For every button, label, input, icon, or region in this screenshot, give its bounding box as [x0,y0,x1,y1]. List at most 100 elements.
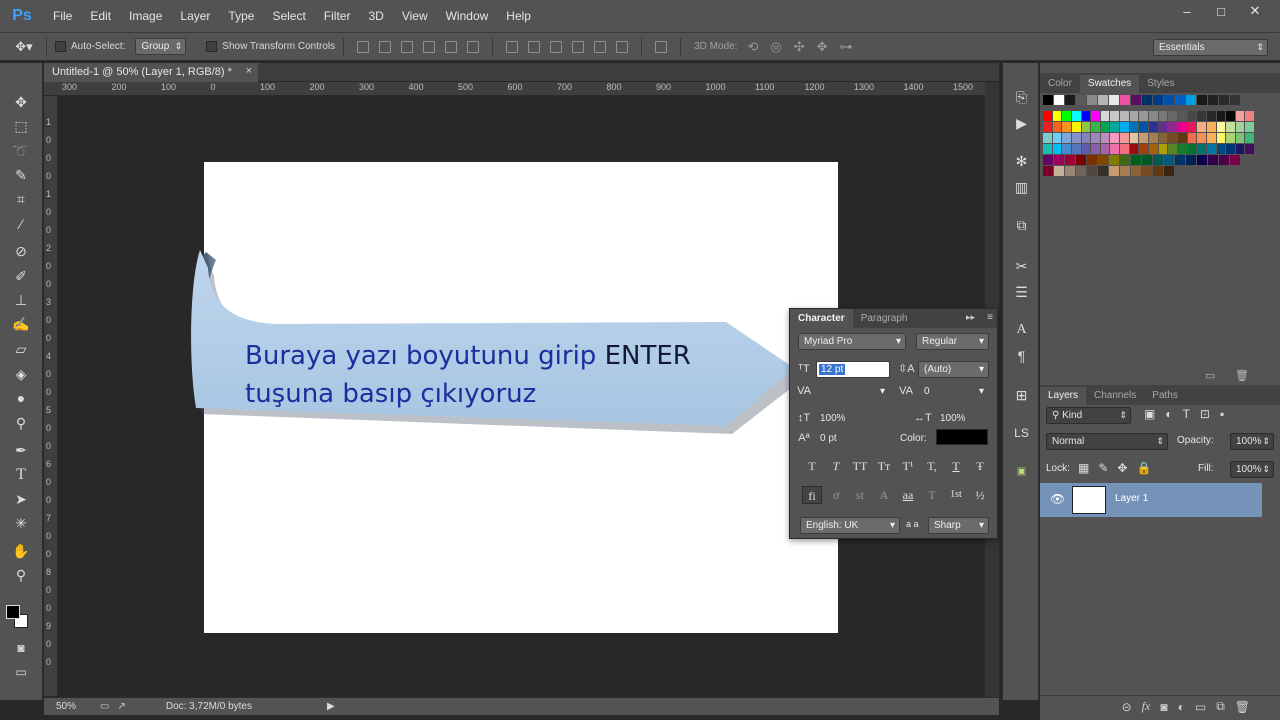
swatch[interactable] [1245,144,1255,154]
swatch[interactable] [1235,122,1245,132]
eyedropper-tool-icon[interactable]: ⁄ [8,213,34,235]
tab-channels[interactable]: Channels [1086,387,1144,405]
tab-styles[interactable]: Styles [1139,75,1182,93]
swatch[interactable] [1071,133,1081,143]
faux-italic-button[interactable]: T [826,457,846,475]
lock-icons[interactable]: ▦✎✥🔒 [1078,461,1160,475]
swatch[interactable] [1175,95,1185,105]
swatch[interactable] [1168,144,1177,154]
healing-brush-tool-icon[interactable]: ⊘ [8,240,34,262]
distribute-vcenter-icon[interactable] [528,40,541,53]
delete-layer-icon[interactable]: 🗑 [1235,700,1250,714]
swatch[interactable] [1206,133,1216,143]
swatch[interactable] [1043,111,1052,121]
tab-paragraph[interactable]: Paragraph [853,309,916,328]
menu-3d[interactable]: 3D [359,0,392,33]
swatch[interactable] [1091,144,1100,154]
swatch[interactable] [1142,155,1152,165]
distribute-bottom-icon[interactable] [550,40,563,53]
strikethrough-button[interactable]: Ŧ [970,457,990,475]
font-size-field[interactable]: 12 pt [816,361,890,378]
swatch[interactable] [1197,133,1206,143]
swatch[interactable] [1168,111,1177,121]
quick-mask-icon[interactable]: ◙ [8,637,34,659]
swatch[interactable] [1230,95,1240,105]
swatch[interactable] [1175,155,1185,165]
swatch[interactable] [1235,144,1245,154]
quick-select-tool-icon[interactable]: ✎ [8,164,34,186]
align-right-icon[interactable] [467,40,480,53]
new-group-icon[interactable]: ▭ [1195,700,1206,714]
tab-swatches[interactable]: Swatches [1079,75,1140,93]
swatch[interactable] [1177,133,1187,143]
swatch[interactable] [1158,111,1168,121]
paragraph-panel-icon[interactable]: ¶ [1009,346,1034,366]
kerning-field[interactable] [816,383,890,400]
banner-text[interactable]: Buraya yazı boyutunu girip ENTER tuşuna … [245,337,765,413]
swatch[interactable] [1100,122,1110,132]
swatch[interactable] [1100,133,1110,143]
layer-name[interactable]: Layer 1 [1115,493,1148,504]
menu-edit[interactable]: Edit [81,0,120,33]
swatch[interactable] [1177,111,1187,121]
swatch[interactable] [1054,95,1064,105]
maximize-button[interactable]: □ [1206,0,1236,22]
brush-presets-icon[interactable]: ▥ [1009,177,1034,197]
text-color-swatch[interactable] [936,429,988,445]
document-tab[interactable]: Untitled-1 @ 50% (Layer 1, RGB/8) * × [44,63,258,82]
auto-select-checkbox[interactable] [55,41,66,52]
swatch[interactable] [1081,122,1091,132]
tab-paths[interactable]: Paths [1144,387,1186,405]
menu-image[interactable]: Image [120,0,171,33]
superscript-button[interactable]: T¹ [898,457,918,475]
layer-filter-dropdown[interactable]: ⚲ Kind [1046,407,1131,424]
language-dropdown[interactable]: English: UK [800,517,900,534]
swatch[interactable] [1216,133,1226,143]
swatch[interactable] [1110,144,1120,154]
new-swatch-icon[interactable]: ▭ [1205,369,1215,382]
swatch[interactable] [1149,122,1158,132]
swatch[interactable] [1219,95,1229,105]
distribute-left-icon[interactable] [572,40,585,53]
swatch[interactable] [1110,111,1120,121]
ls-plugin-icon[interactable]: LS [1009,423,1034,443]
swatch[interactable] [1087,155,1097,165]
swatch[interactable] [1087,166,1097,176]
tool-presets-icon[interactable]: ✻ [1009,151,1034,171]
font-style-dropdown[interactable]: Regular [916,333,989,350]
collapse-panel-icon[interactable]: ▸▸ [966,312,975,323]
swatch[interactable] [1081,133,1091,143]
swatch[interactable] [1100,111,1110,121]
swatch[interactable] [1142,166,1152,176]
swatch[interactable] [1235,133,1245,143]
menu-help[interactable]: Help [497,0,540,33]
add-mask-icon[interactable]: ◙ [1160,700,1167,714]
align-vcenter-icon[interactable] [379,40,392,53]
baseline-shift-value[interactable]: 0 pt [820,433,837,444]
dodge-tool-icon[interactable]: ⚲ [8,412,34,434]
swatch[interactable] [1158,144,1168,154]
swatch[interactable] [1197,95,1207,105]
swatch[interactable] [1065,155,1075,165]
tab-character[interactable]: Character [790,309,853,328]
zoom-level[interactable]: 50% [56,701,96,712]
swatch[interactable] [1062,144,1071,154]
menu-select[interactable]: Select [263,0,314,33]
swatch[interactable] [1043,133,1052,143]
move-tool-icon[interactable]: ✥▾ [10,39,38,55]
actions-panel-icon[interactable]: ▶ [1009,113,1034,133]
align-left-icon[interactable] [423,40,436,53]
swatch[interactable] [1110,133,1120,143]
layer-visibility-eye-icon[interactable]: 👁 [1050,492,1065,506]
swatch[interactable] [1120,166,1130,176]
swatch[interactable] [1216,122,1226,132]
swatch[interactable] [1129,122,1139,132]
swatch[interactable] [1206,122,1216,132]
delete-swatch-icon[interactable]: 🗑 [1235,369,1249,382]
swatch[interactable] [1120,133,1129,143]
swatch[interactable] [1043,95,1053,105]
blur-tool-icon[interactable]: ● [8,387,34,409]
menu-layer[interactable]: Layer [171,0,219,33]
screen-mode-icon[interactable]: ▭ [8,661,34,683]
swatch[interactable] [1062,111,1071,121]
